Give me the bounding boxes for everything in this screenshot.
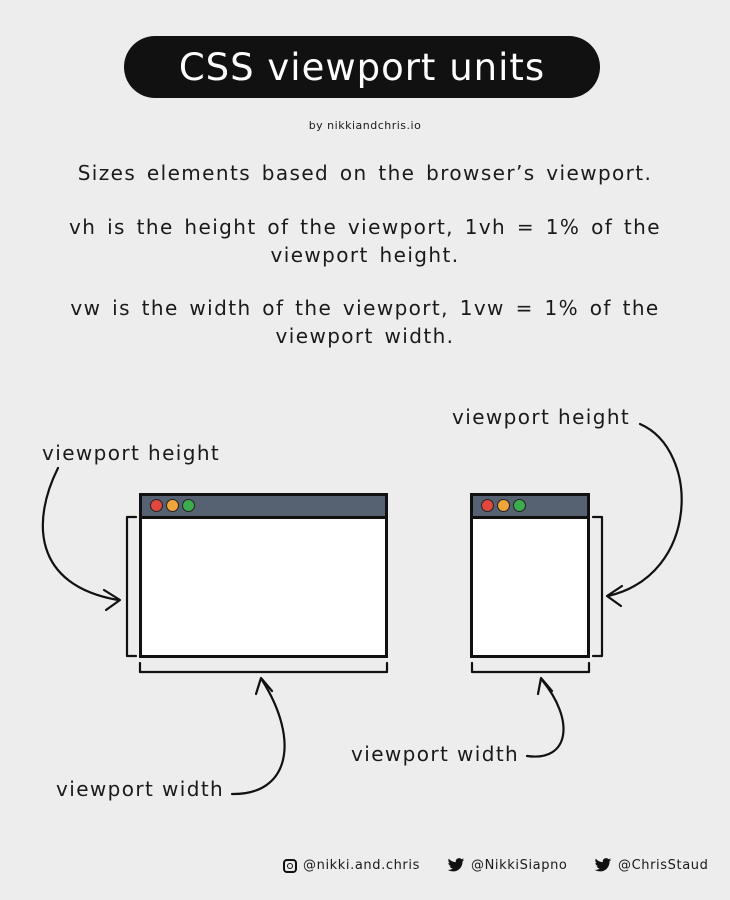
browser-window-narrow [470,493,590,658]
instagram-handle[interactable]: @nikki.and.chris [283,858,420,873]
twitter-handle-chris[interactable]: @ChrisStaud [594,858,708,873]
twitter-icon [447,858,465,872]
arrow-icon [41,466,120,602]
height-bracket [125,515,138,658]
width-bracket [138,661,389,674]
instagram-icon [283,858,297,873]
height-bracket [591,515,604,658]
arrow-icon [230,678,286,796]
maximize-dot-icon [182,499,195,512]
instagram-handle-text: @nikki.and.chris [303,858,420,873]
page-title: CSS viewport units [178,45,546,89]
vw-definition: vw is the width of the viewport, 1vw = 1… [70,296,660,348]
left-viewport-width-label: viewport width [56,777,225,801]
right-viewport-height-label: viewport height [452,405,631,429]
arrow-icon [606,422,683,598]
twitter-handle-nikki[interactable]: @NikkiSiapno [447,858,567,873]
twitter-handle-text: @NikkiSiapno [471,858,568,873]
twitter-icon [594,858,612,872]
browser-window-wide [139,493,388,658]
close-dot-icon [150,499,163,512]
left-viewport-height-label: viewport height [42,441,221,465]
title-banner: CSS viewport units [124,36,600,98]
byline: by nikkiandchris.io [308,119,422,132]
maximize-dot-icon [513,499,526,512]
right-viewport-width-label: viewport width [351,742,520,766]
minimize-dot-icon [497,499,510,512]
window-title-bar [142,496,385,519]
twitter-handle-text: @ChrisStaud [618,858,709,873]
width-bracket [470,661,591,674]
arrow-icon [525,678,565,758]
window-title-bar [473,496,587,519]
close-dot-icon [481,499,494,512]
minimize-dot-icon [166,499,179,512]
vh-definition: vh is the height of the viewport, 1vh = … [69,215,661,267]
intro-text: Sizes elements based on the browser’s vi… [77,161,653,185]
